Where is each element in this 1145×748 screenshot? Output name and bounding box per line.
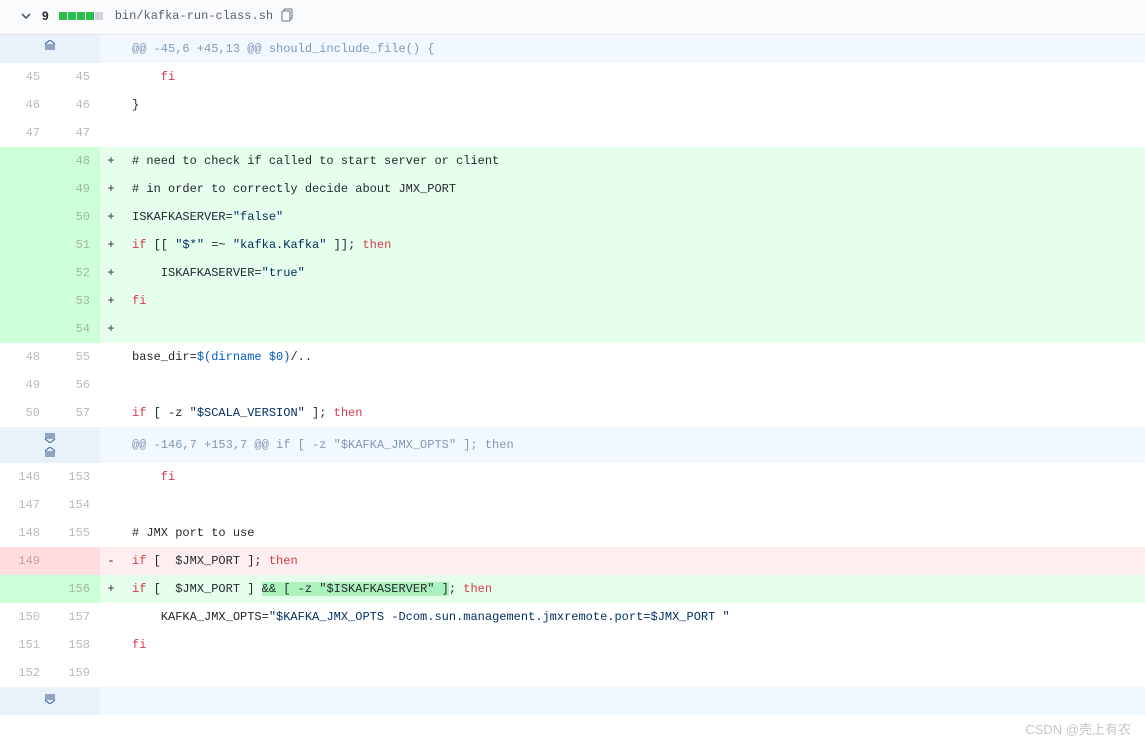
diff-line-added: 156+if [ $JMX_PORT ] && [ -z "$ISKAFKASE… bbox=[0, 575, 1145, 603]
diff-line-added: 52+ ISKAFKASERVER="true" bbox=[0, 259, 1145, 287]
file-path[interactable]: bin/kafka-run-class.sh bbox=[115, 9, 273, 23]
diff-line: 4855base_dir=$(dirname $0)/.. bbox=[0, 343, 1145, 371]
hunk-text: @@ -146,7 +153,7 @@ if [ -z "$KAFKA_JMX_… bbox=[122, 427, 1145, 463]
diff-line: 4545 fi bbox=[0, 63, 1145, 91]
hunk-header: @@ -146,7 +153,7 @@ if [ -z "$KAFKA_JMX_… bbox=[0, 427, 1145, 463]
diff-line-added: 54+ bbox=[0, 315, 1145, 343]
hunk-text: @@ -45,6 +45,13 @@ should_include_file()… bbox=[122, 35, 1145, 63]
expand-up-icon[interactable] bbox=[0, 35, 100, 63]
change-count: 9 bbox=[42, 9, 49, 23]
diff-line: 4747 bbox=[0, 119, 1145, 147]
collapse-toggle[interactable] bbox=[18, 8, 34, 24]
line-num-new[interactable]: 45 bbox=[50, 63, 100, 91]
line-num-old[interactable]: 45 bbox=[0, 63, 50, 91]
diff-line-added: 48+# need to check if called to start se… bbox=[0, 147, 1145, 175]
copy-path-icon[interactable] bbox=[281, 8, 297, 24]
diffstat bbox=[59, 12, 103, 20]
expand-down-icon[interactable] bbox=[0, 687, 100, 715]
diff-line: 150157 KAFKA_JMX_OPTS="$KAFKA_JMX_OPTS -… bbox=[0, 603, 1145, 631]
diff-line-added: 53+fi bbox=[0, 287, 1145, 315]
diff-line-added: 51+if [[ "$*" =~ "kafka.Kafka" ]]; then bbox=[0, 231, 1145, 259]
diff-line: 5057if [ -z "$SCALA_VERSION" ]; then bbox=[0, 399, 1145, 427]
diff-line: 146153 fi bbox=[0, 463, 1145, 491]
diff-line: 152159 bbox=[0, 659, 1145, 687]
diff-line: 4646} bbox=[0, 91, 1145, 119]
diff-line-added: 49+# in order to correctly decide about … bbox=[0, 175, 1145, 203]
file-header: 9 bin/kafka-run-class.sh bbox=[0, 0, 1145, 35]
expand-both-icon[interactable] bbox=[0, 427, 100, 463]
watermark: CSDN @壳上有农 bbox=[1025, 719, 1131, 738]
diff-table: @@ -45,6 +45,13 @@ should_include_file()… bbox=[0, 35, 1145, 715]
hunk-footer bbox=[0, 687, 1145, 715]
diff-line: 147154 bbox=[0, 491, 1145, 519]
diff-line: 148155# JMX port to use bbox=[0, 519, 1145, 547]
hunk-header: @@ -45,6 +45,13 @@ should_include_file()… bbox=[0, 35, 1145, 63]
diff-line-added: 50+ISKAFKASERVER="false" bbox=[0, 203, 1145, 231]
diff-line: 4956 bbox=[0, 371, 1145, 399]
diff-line-deleted: 149-if [ $JMX_PORT ]; then bbox=[0, 547, 1145, 575]
diff-line: 151158fi bbox=[0, 631, 1145, 659]
